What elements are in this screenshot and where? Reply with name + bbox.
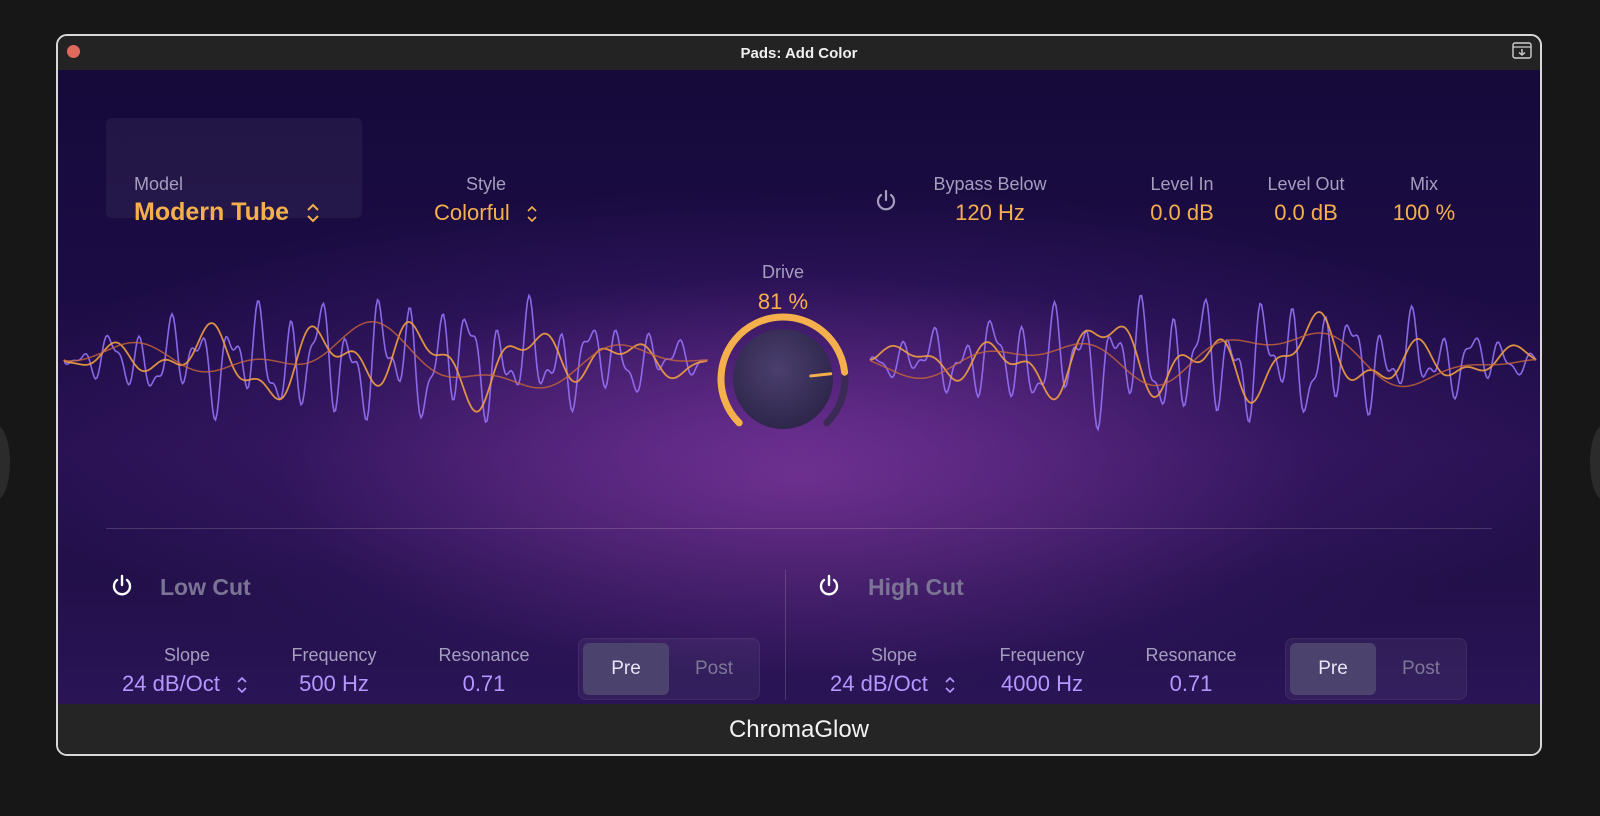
plugin-name: ChromaGlow bbox=[728, 716, 870, 743]
bypass-power-icon[interactable] bbox=[873, 188, 899, 214]
window-title: Pads: Add Color bbox=[740, 44, 858, 62]
high-cut-resonance-value[interactable]: 0.71 bbox=[1170, 671, 1213, 697]
high-cut-title: High Cut bbox=[868, 574, 964, 600]
filter-divider bbox=[785, 570, 786, 700]
level-in-value[interactable]: 0.0 dB bbox=[1150, 200, 1214, 226]
updown-chevron-icon[interactable] bbox=[236, 675, 248, 695]
mix-label: Mix bbox=[1410, 174, 1438, 194]
waveform-trace-3 bbox=[869, 294, 1537, 432]
bypass-label: Bypass Below bbox=[933, 174, 1047, 194]
level-in-label: Level In bbox=[1150, 174, 1214, 194]
low-cut-post-button[interactable]: Post bbox=[671, 643, 757, 695]
style-label: Style bbox=[465, 174, 507, 194]
low-cut-pre-button[interactable]: Pre bbox=[583, 643, 669, 695]
level-out-label: Level Out bbox=[1267, 174, 1345, 194]
updown-chevron-icon[interactable] bbox=[306, 202, 320, 224]
low-cut-frequency-value[interactable]: 500 Hz bbox=[299, 671, 369, 697]
high-cut-slope-selector[interactable]: 24 dB/Oct bbox=[830, 671, 956, 697]
low-cut-title: Low Cut bbox=[160, 574, 251, 600]
save-icon[interactable] bbox=[1512, 42, 1532, 59]
style-selector[interactable]: Colorful bbox=[434, 200, 538, 226]
low-cut-resonance-value[interactable]: 0.71 bbox=[463, 671, 506, 697]
model-label: Model bbox=[134, 174, 184, 194]
drive-knob-icon[interactable] bbox=[698, 294, 868, 464]
high-cut-slope-label: Slope bbox=[870, 645, 918, 665]
title-bar: Pads: Add Color bbox=[58, 36, 1540, 70]
model-value-text: Modern Tube bbox=[134, 198, 290, 226]
waveform-trace-0 bbox=[63, 293, 708, 424]
plugin-panel: Model Modern Tube Style Colorful Bypass … bbox=[58, 70, 1540, 704]
close-icon[interactable] bbox=[67, 45, 80, 58]
style-value: Colorful bbox=[434, 200, 510, 225]
low-cut-pre-post-toggle: Pre Post bbox=[578, 638, 760, 700]
bypass-value[interactable]: 120 Hz bbox=[955, 200, 1025, 226]
high-cut-slope-value: 24 dB/Oct bbox=[830, 671, 928, 696]
high-cut-frequency-label: Frequency bbox=[999, 645, 1085, 665]
high-cut-post-button[interactable]: Post bbox=[1378, 643, 1464, 695]
high-cut-power-icon[interactable] bbox=[816, 573, 842, 599]
low-cut-slope-label: Slope bbox=[163, 645, 211, 665]
plugin-footer: ChromaGlow bbox=[58, 704, 1540, 754]
high-cut-pre-button[interactable]: Pre bbox=[1290, 643, 1376, 695]
updown-chevron-icon[interactable] bbox=[944, 675, 956, 695]
waveform-trace-1 bbox=[63, 320, 708, 413]
drive-knob-body bbox=[733, 329, 833, 429]
level-out-value[interactable]: 0.0 dB bbox=[1274, 200, 1338, 226]
model-value[interactable]: Modern Tube bbox=[134, 198, 320, 227]
high-cut-resonance-label: Resonance bbox=[1145, 645, 1237, 665]
updown-chevron-icon[interactable] bbox=[526, 204, 538, 224]
low-cut-slope-selector[interactable]: 24 dB/Oct bbox=[122, 671, 248, 697]
high-cut-frequency-value[interactable]: 4000 Hz bbox=[1001, 671, 1083, 697]
low-cut-slope-value: 24 dB/Oct bbox=[122, 671, 220, 696]
drive-label: Drive bbox=[761, 262, 805, 282]
high-cut-pre-post-toggle: Pre Post bbox=[1285, 638, 1467, 700]
mix-value[interactable]: 100 % bbox=[1393, 200, 1455, 226]
side-handle-left bbox=[0, 425, 10, 500]
section-divider bbox=[106, 528, 1492, 529]
low-cut-power-icon[interactable] bbox=[109, 573, 135, 599]
low-cut-frequency-label: Frequency bbox=[291, 645, 377, 665]
plugin-window: Pads: Add Color Model Modern Tube Style … bbox=[56, 34, 1542, 756]
side-handle-right bbox=[1590, 425, 1600, 500]
low-cut-resonance-label: Resonance bbox=[438, 645, 530, 665]
